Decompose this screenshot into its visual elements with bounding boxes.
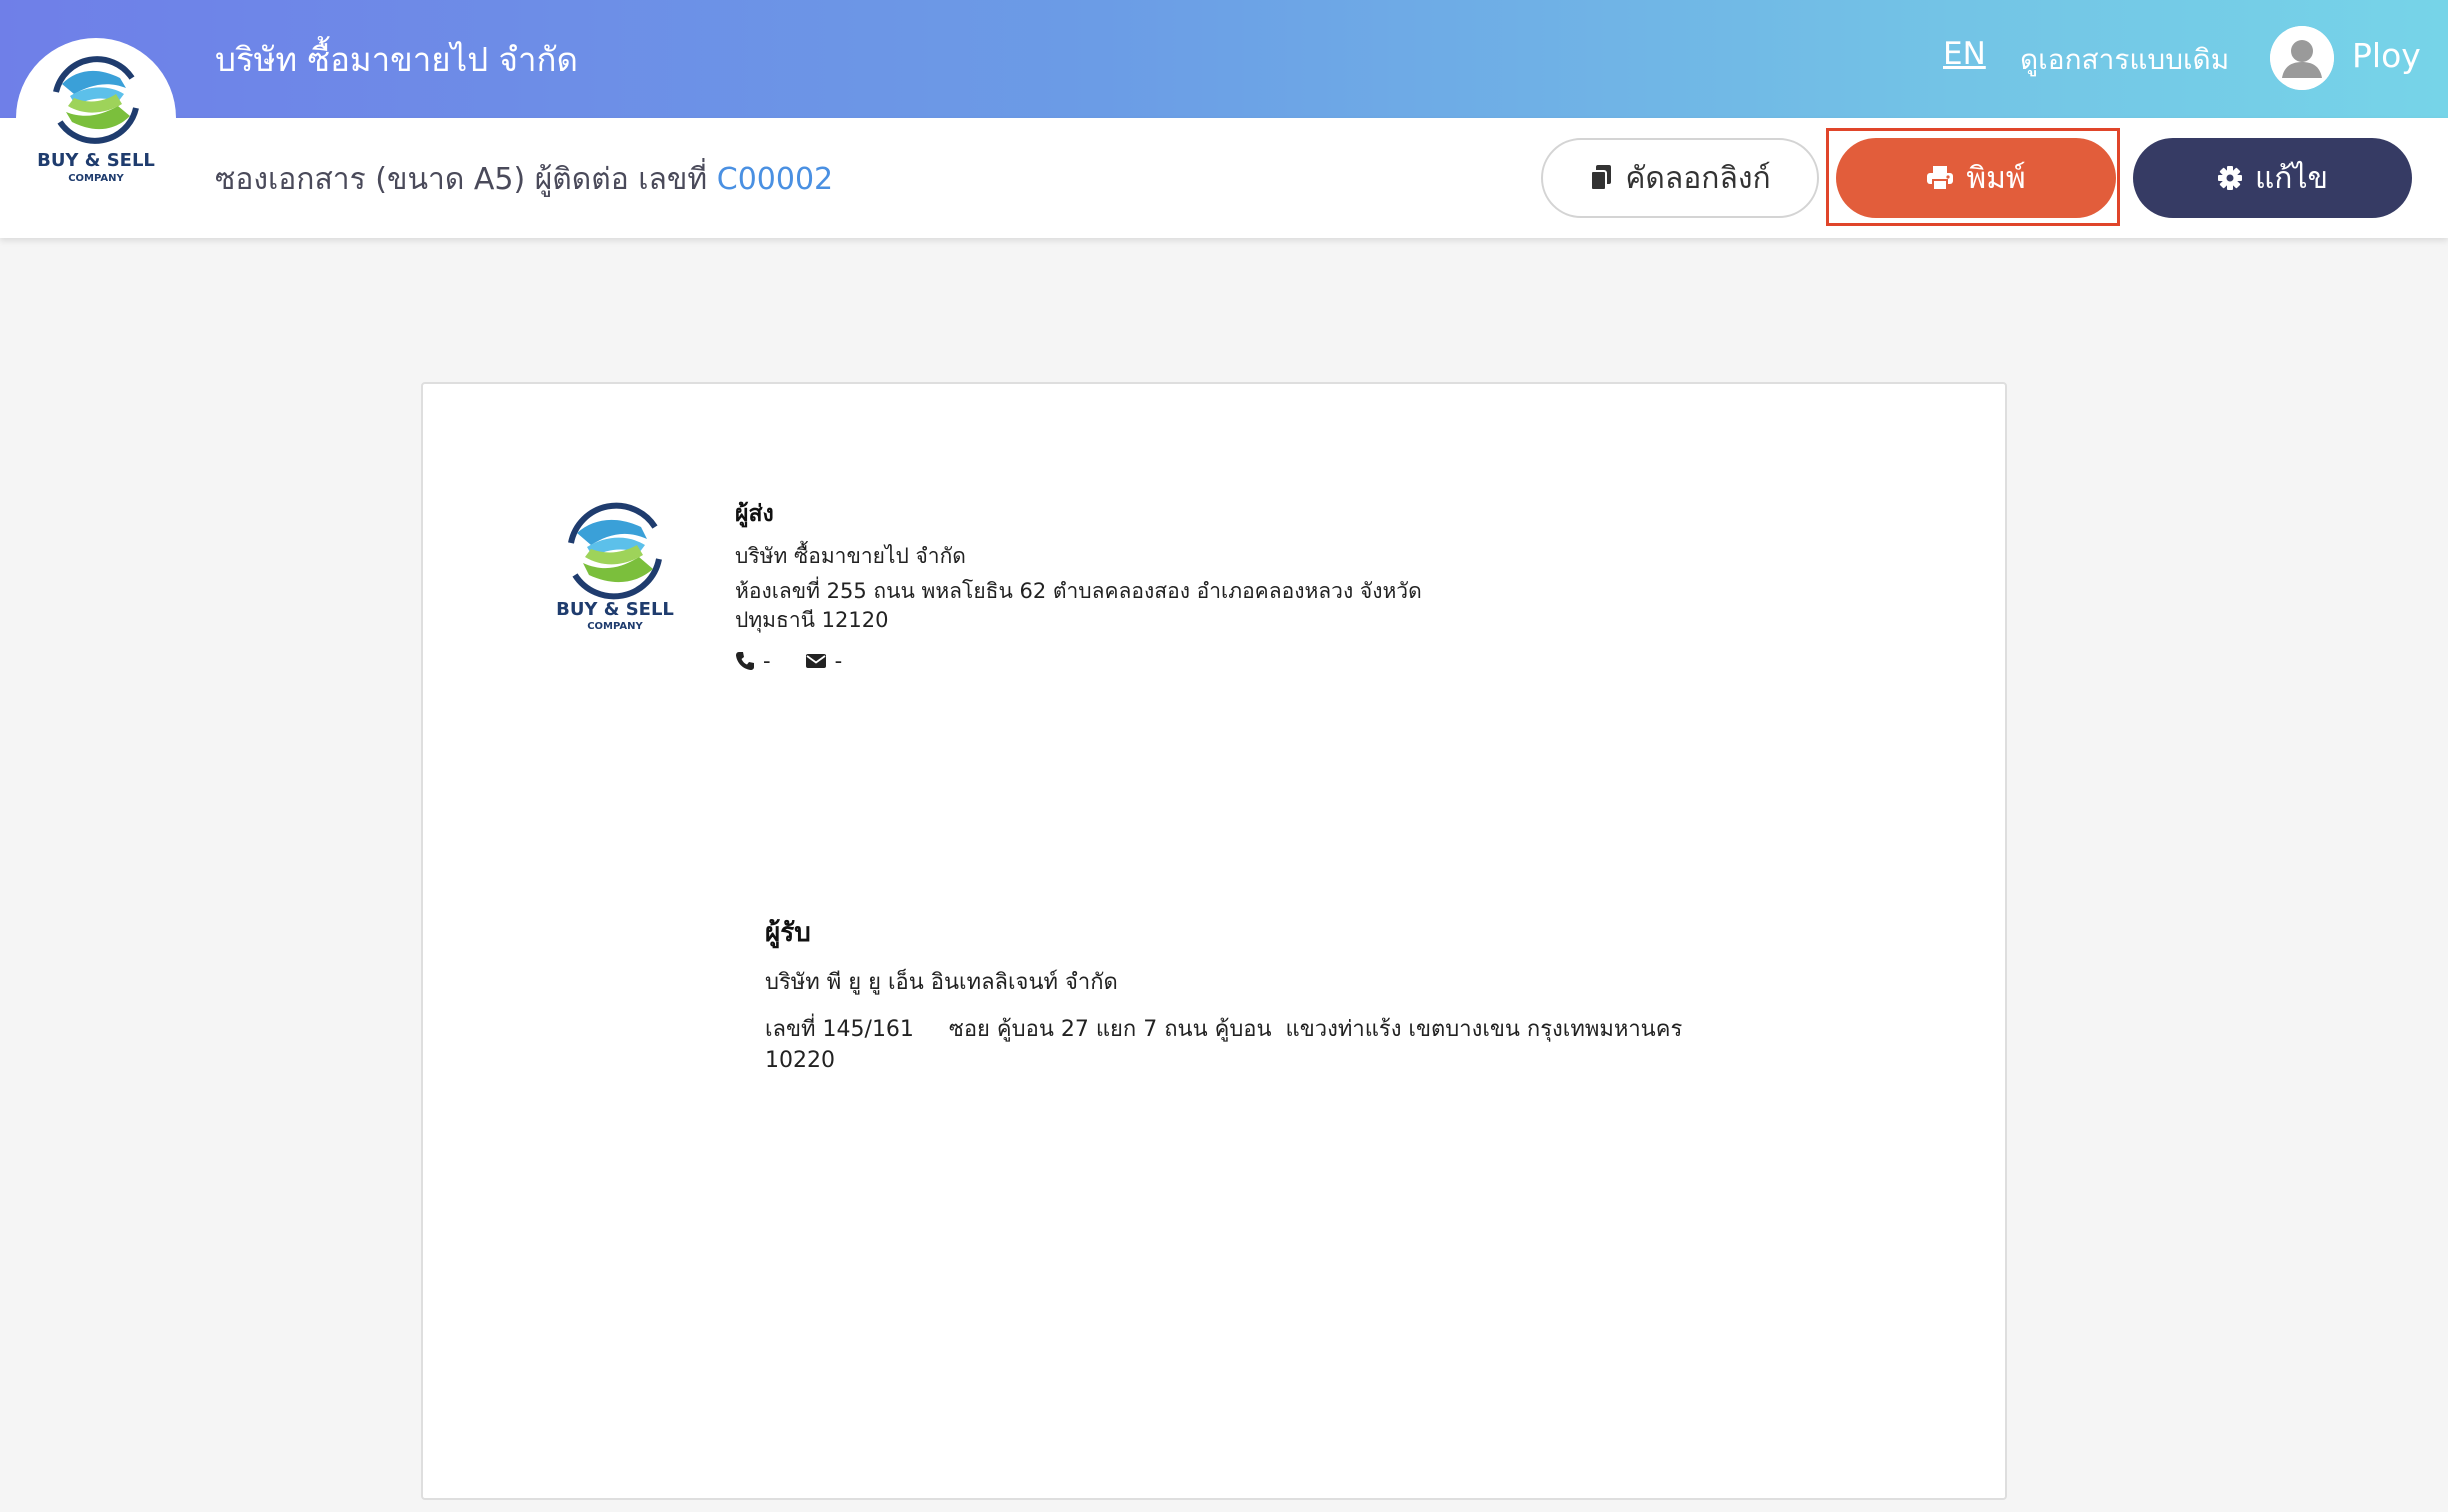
sender-heading: ผู้ส่ง xyxy=(735,501,774,527)
document-title-text: ซองเอกสาร (ขนาด A5) ผู้ติดต่อ เลขที่ xyxy=(215,162,717,197)
edit-button[interactable]: แก้ไข xyxy=(2133,138,2412,218)
sender-name: บริษัท ซื้อมาขายไป จำกัด xyxy=(735,544,966,568)
sender-contact-row: - - xyxy=(735,649,1495,673)
user-name[interactable]: Ploy xyxy=(2352,36,2421,75)
gear-icon xyxy=(2217,166,2242,190)
envelope-icon xyxy=(805,654,826,668)
edit-label: แก้ไข xyxy=(2254,160,2329,196)
sender-logo-text-line2: COMPANY xyxy=(587,621,643,632)
company-name: บริษัท ซื้อมาขายไป จำกัด xyxy=(215,40,578,79)
logo-text-line1: BUY & SELL xyxy=(37,150,155,171)
legacy-view-link[interactable]: ดูเอกสารแบบเดิม xyxy=(2020,38,2229,82)
document-toolbar: ซองเอกสาร (ขนาด A5) ผู้ติดต่อ เลขที่ C00… xyxy=(0,118,2448,238)
language-toggle-link[interactable]: EN xyxy=(1943,36,1986,72)
top-header-bar: บริษัท ซื้อมาขายไป จำกัด EN ดูเอกสารแบบเ… xyxy=(0,0,2448,118)
logo-text-line2: COMPANY xyxy=(68,173,124,184)
recipient-name: บริษัท พี ยู ยู เอ็น อินเทลลิเจนท์ จำกัด xyxy=(765,970,1118,995)
phone-icon xyxy=(736,652,754,670)
recipient-address-line2: 10220 xyxy=(765,1048,835,1073)
document-title: ซองเอกสาร (ขนาด A5) ผู้ติดต่อ เลขที่ C00… xyxy=(215,156,833,203)
copy-link-button[interactable]: คัดลอกลิงก์ xyxy=(1541,138,1819,218)
user-avatar-icon[interactable] xyxy=(2270,26,2334,90)
printer-icon xyxy=(1927,166,1954,191)
recipient-heading: ผู้รับ xyxy=(765,918,811,948)
company-logo[interactable]: BUY & SELL COMPANY xyxy=(16,38,176,198)
sender-email: - xyxy=(834,649,843,673)
print-label: พิมพ์ xyxy=(1966,160,2026,196)
recipient-block: ผู้รับ บริษัท พี ยู ยู เอ็น อินเทลลิเจนท… xyxy=(765,912,1765,1076)
sender-block: ผู้ส่ง บริษัท ซื้อมาขายไป จำกัด ห้องเลขท… xyxy=(735,496,1495,673)
copy-icon xyxy=(1590,165,1612,191)
sender-phone: - xyxy=(763,649,771,673)
sender-logo-text-line1: BUY & SELL xyxy=(556,599,674,620)
envelope-preview: BUY & SELL COMPANY ผู้ส่ง บริษัท ซื้อมาข… xyxy=(421,382,2007,1500)
sender-address-line1: ห้องเลขที่ 255 ถนน พหลโยธิน 62 ตำบลคลองส… xyxy=(735,579,1422,603)
copy-link-label: คัดลอกลิงก์ xyxy=(1625,160,1771,196)
sender-logo: BUY & SELL COMPANY xyxy=(555,499,675,638)
recipient-address-line1: เลขที่ 145/161 ซอย คู้บอน 27 แยก 7 ถนน ค… xyxy=(765,1017,1683,1042)
document-number: C00002 xyxy=(716,162,834,197)
sender-address-line2: ปทุมธานี 12120 xyxy=(735,608,889,632)
print-button[interactable]: พิมพ์ xyxy=(1836,138,2116,218)
